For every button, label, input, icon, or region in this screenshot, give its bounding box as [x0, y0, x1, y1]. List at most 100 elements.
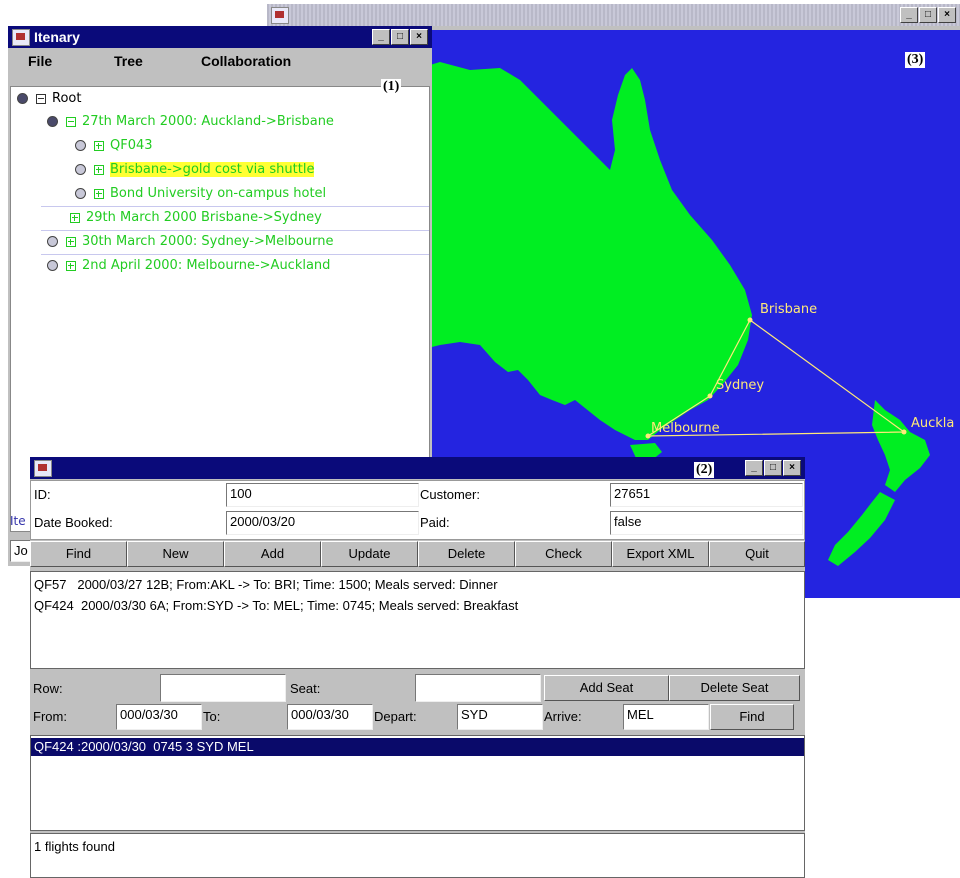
window-label-2: (2) — [694, 462, 715, 478]
node-bullet-icon — [47, 116, 58, 127]
delete-button[interactable]: Delete — [418, 541, 515, 567]
expand-icon[interactable] — [66, 236, 76, 247]
list-item-selected[interactable]: QF424 :2000/03/30 0745 3 SYD MEL — [31, 738, 804, 756]
export-xml-button[interactable]: Export XML — [612, 541, 709, 567]
footer-label: Ite — [10, 514, 26, 528]
expand-icon[interactable] — [94, 188, 104, 199]
tree-node-label: Bond University on-campus hotel — [110, 186, 327, 201]
add-seat-button[interactable]: Add Seat — [544, 675, 669, 701]
menu-bar: File Tree Collaboration — [8, 48, 432, 74]
menu-collaboration[interactable]: Collaboration — [201, 53, 291, 69]
booking-window: (2) _ □ × ID: 100 Customer: 27651 Date B… — [30, 457, 805, 878]
node-bullet-icon — [47, 236, 58, 247]
itinerary-titlebar[interactable]: Itenary _ □ × — [8, 26, 432, 48]
tree-node-shuttle[interactable]: Brisbane->gold cost via shuttle — [75, 159, 315, 181]
close-icon[interactable]: × — [410, 29, 428, 45]
app-icon — [271, 7, 289, 24]
minimize-icon[interactable]: _ — [372, 29, 390, 45]
tree-node-label: 29th March 2000 Brisbane->Sydney — [86, 210, 322, 225]
tree-node-day1[interactable]: 27th March 2000: Auckland->Brisbane — [47, 111, 334, 133]
node-bullet-icon — [75, 188, 86, 199]
customer-field[interactable]: 27651 — [610, 483, 803, 507]
itinerary-title: Itenary — [34, 29, 80, 45]
booking-list[interactable]: QF57 2000/03/27 12B; From:AKL -> To: BRI… — [30, 571, 805, 669]
seat-field[interactable] — [415, 674, 541, 702]
from-label: From: — [33, 709, 67, 724]
booking-header-panel: ID: 100 Customer: 27651 Date Booked: 200… — [30, 480, 805, 540]
booking-titlebar[interactable]: (2) _ □ × — [30, 457, 805, 479]
new-button[interactable]: New — [127, 541, 224, 567]
to-label: To: — [203, 709, 221, 724]
expand-icon[interactable] — [66, 260, 76, 271]
check-button[interactable]: Check — [515, 541, 612, 567]
find-flights-button[interactable]: Find — [710, 704, 794, 730]
id-label: ID: — [34, 487, 51, 502]
close-icon[interactable]: × — [783, 460, 801, 476]
city-label-auckland: Auckla — [911, 416, 954, 431]
add-button[interactable]: Add — [224, 541, 321, 567]
tree-node-day3[interactable]: 30th March 2000: Sydney->Melbourne — [47, 231, 333, 253]
id-field[interactable]: 100 — [226, 483, 419, 507]
city-label-brisbane: Brisbane — [760, 302, 817, 317]
map-titlebar[interactable]: _ □ × — [267, 4, 960, 26]
depart-field[interactable]: SYD — [457, 704, 543, 730]
collapse-icon[interactable] — [66, 116, 76, 127]
minimize-icon[interactable]: _ — [745, 460, 763, 476]
expand-icon[interactable] — [94, 140, 104, 151]
tree-node-label: 30th March 2000: Sydney->Melbourne — [82, 234, 334, 249]
list-item[interactable]: QF57 2000/03/27 12B; From:AKL -> To: BRI… — [34, 577, 498, 592]
tree-node-hotel[interactable]: Bond University on-campus hotel — [75, 183, 326, 205]
menu-file[interactable]: File — [28, 53, 52, 69]
window-label-1: (1) — [381, 79, 402, 95]
node-bullet-icon — [17, 93, 28, 104]
date-booked-field[interactable]: 2000/03/20 — [226, 511, 419, 535]
row-field[interactable] — [160, 674, 286, 702]
city-label-melbourne: Melbourne — [651, 421, 720, 436]
app-icon — [34, 460, 52, 477]
collapse-icon[interactable] — [36, 93, 46, 104]
expand-icon[interactable] — [94, 164, 104, 175]
maximize-icon[interactable]: □ — [391, 29, 409, 45]
city-dot-brisbane — [747, 317, 753, 323]
tree-node-qf043[interactable]: QF043 — [75, 135, 153, 157]
tree-node-label: 2nd April 2000: Melbourne->Auckland — [82, 258, 331, 273]
close-icon[interactable]: × — [938, 7, 956, 23]
expand-icon[interactable] — [70, 212, 80, 223]
paid-field[interactable]: false — [610, 511, 803, 535]
booking-toolbar: Find New Add Update Delete Check Export … — [30, 541, 805, 567]
row-label: Row: — [33, 681, 63, 696]
quit-button[interactable]: Quit — [709, 541, 805, 567]
status-bar: 1 flights found — [30, 833, 805, 878]
city-label-sydney: Sydney — [716, 378, 764, 393]
maximize-icon[interactable]: □ — [764, 460, 782, 476]
tree-node-label: Root — [52, 91, 82, 106]
depart-label: Depart: — [374, 709, 417, 724]
tree-node-root[interactable]: Root — [17, 88, 81, 110]
paid-label: Paid: — [420, 515, 450, 530]
list-item[interactable]: QF424 2000/03/30 6A; From:SYD -> To: MEL… — [34, 598, 518, 613]
node-bullet-icon — [75, 140, 86, 151]
minimize-icon[interactable]: _ — [900, 7, 918, 23]
delete-seat-button[interactable]: Delete Seat — [669, 675, 800, 701]
arrive-field[interactable]: MEL — [623, 704, 709, 730]
window-label-3: (3) — [905, 52, 926, 68]
city-dot-auckland — [901, 429, 907, 435]
city-dot-sydney — [707, 393, 713, 399]
from-field[interactable]: 000/03/30 — [116, 704, 202, 730]
date-booked-label: Date Booked: — [34, 515, 113, 530]
seat-label: Seat: — [290, 681, 321, 696]
maximize-icon[interactable]: □ — [919, 7, 937, 23]
update-button[interactable]: Update — [321, 541, 418, 567]
tree-node-label: 27th March 2000: Auckland->Brisbane — [82, 114, 334, 129]
to-field[interactable]: 000/03/30 — [287, 704, 373, 730]
flight-results-list[interactable]: QF424 :2000/03/30 0745 3 SYD MEL — [30, 735, 805, 831]
arrive-label: Arrive: — [544, 709, 582, 724]
tree-node-day4[interactable]: 2nd April 2000: Melbourne->Auckland — [47, 255, 330, 277]
status-text: 1 flights found — [34, 839, 115, 854]
tree-node-day2[interactable]: 29th March 2000 Brisbane->Sydney — [70, 207, 322, 229]
node-bullet-icon — [47, 260, 58, 271]
find-button[interactable]: Find — [30, 541, 127, 567]
tree-node-label: QF043 — [110, 138, 153, 153]
city-dot-melbourne — [645, 433, 651, 439]
menu-tree[interactable]: Tree — [114, 53, 143, 69]
